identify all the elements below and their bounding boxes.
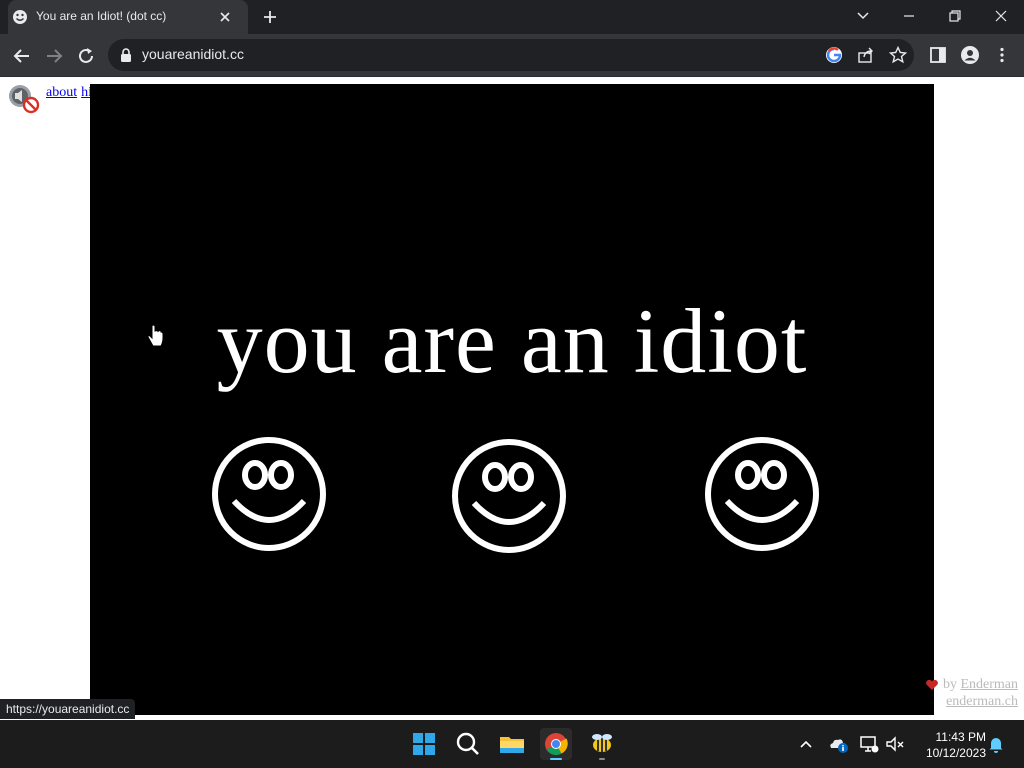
clock-date: 10/12/2023: [925, 746, 986, 760]
windows-start-icon[interactable]: [408, 728, 440, 760]
reload-icon[interactable]: [74, 44, 98, 68]
onedrive-info-icon[interactable]: [828, 734, 850, 754]
speaker-muted-icon[interactable]: [8, 84, 40, 114]
smiley-face-icon: [212, 437, 326, 551]
status-url-tooltip: https://youareanidiot.cc: [0, 699, 136, 719]
credit-site-link[interactable]: enderman.ch: [946, 694, 1018, 709]
share-icon[interactable]: [856, 45, 876, 65]
heart-icon: [926, 679, 938, 690]
nav-link-about[interactable]: about: [46, 85, 77, 100]
idiot-headline: you are an idiot: [216, 290, 808, 392]
search-icon[interactable]: [452, 728, 484, 760]
forward-arrow-icon[interactable]: [42, 44, 66, 68]
credit-text: by Enderman enderman.ch: [850, 676, 1018, 710]
back-arrow-icon[interactable]: [10, 44, 34, 68]
bookmark-star-icon[interactable]: [888, 45, 908, 65]
web-page: abouthistorycode you are an idiot by End…: [0, 77, 1024, 720]
credit-author-link[interactable]: Enderman: [960, 677, 1018, 692]
idiot-animation-area[interactable]: you are an idiot: [90, 84, 934, 715]
lock-icon[interactable]: [120, 48, 132, 62]
minimize-icon[interactable]: [896, 4, 922, 28]
tab-title: You are an Idiot! (dot cc): [36, 9, 167, 23]
chrome-icon[interactable]: [540, 728, 572, 760]
new-tab-icon[interactable]: [260, 7, 280, 27]
notification-bell-icon[interactable]: [986, 734, 1006, 754]
taskbar-clock[interactable]: 11:43 PM 10/12/2023: [912, 729, 986, 761]
hand-cursor-icon: [147, 324, 164, 347]
menu-kebab-icon[interactable]: [992, 45, 1012, 65]
volume-muted-icon[interactable]: [884, 734, 906, 754]
google-lens-icon[interactable]: [824, 45, 844, 65]
url-text[interactable]: youareanidiot.cc: [142, 46, 244, 62]
smiley-icon: [13, 10, 27, 24]
close-window-icon[interactable]: [988, 4, 1014, 28]
chevron-up-icon[interactable]: [796, 736, 816, 752]
network-icon[interactable]: [858, 734, 880, 754]
bee-app-icon[interactable]: [586, 728, 618, 760]
smiley-face-icon: [705, 437, 819, 551]
close-tab-icon[interactable]: [216, 8, 234, 26]
credit-by: by: [942, 677, 957, 692]
clock-time: 11:43 PM: [935, 730, 986, 744]
restore-icon[interactable]: [942, 4, 968, 28]
file-explorer-icon[interactable]: [496, 728, 528, 760]
smiley-face-icon: [452, 439, 566, 553]
side-panel-icon[interactable]: [928, 45, 948, 65]
profile-icon[interactable]: [960, 45, 980, 65]
tab-search-chevron-icon[interactable]: [850, 4, 876, 28]
